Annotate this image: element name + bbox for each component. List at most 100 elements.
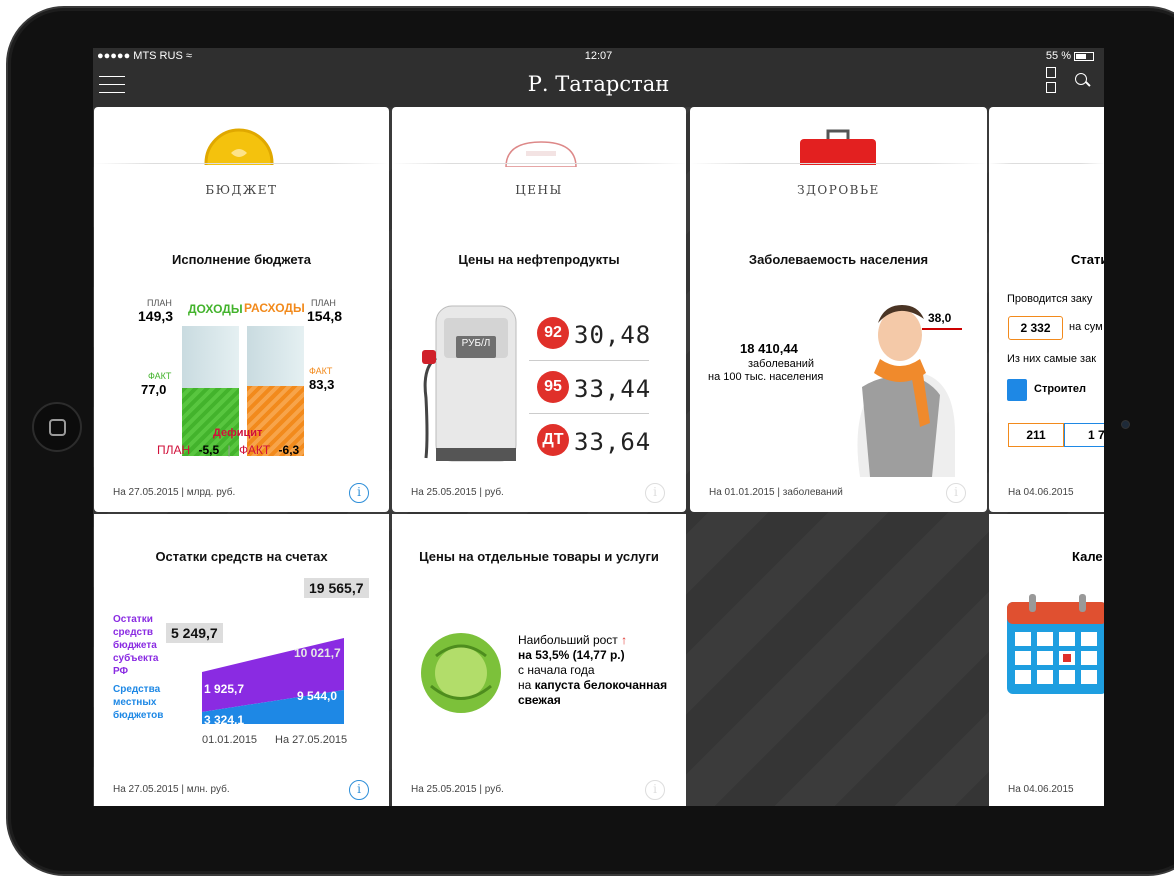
app-screen: ●●●●● MTS RUS ≈ 12:07 55 % Р. Татарстан … (93, 48, 1104, 806)
fuel-badge-92: 92 (537, 317, 569, 349)
accounts-area-chart (202, 638, 344, 724)
goods-line-2: на 53,5% (14,77 р.) (518, 648, 625, 662)
info-icon[interactable]: i (349, 780, 369, 800)
fuel-pump-icon (422, 305, 517, 462)
expense-fact-label: ФАКТ (309, 366, 333, 376)
fuel-price-92: 30,48 (574, 321, 652, 349)
card-prices[interactable]: ЦЕНЫ Цены на нефтепродукты РУБ/Л 92 30,4… (392, 107, 686, 512)
income-fact-value: 77,0 (141, 382, 167, 397)
first-aid-kit-icon (800, 129, 876, 165)
nav-bar: Р. Татарстан (93, 64, 1104, 107)
legend-local: Средства местных бюджетов (113, 684, 164, 721)
deficit-fact-value: -6,3 (278, 443, 300, 457)
income-plan-label: ПЛАН (147, 298, 172, 308)
deficit-fact-label: ФАКТ (239, 443, 271, 457)
procurement-category: Строител (1034, 383, 1087, 395)
pump-label: РУБ/Л (461, 338, 491, 349)
camera-icon (1121, 420, 1130, 429)
date-end: На 27.05.2015 (275, 734, 348, 746)
goods-line-5: свежая (518, 693, 561, 707)
procurement-sum-label: на сум (1069, 321, 1103, 333)
card-title: Исполнение бюджета (172, 252, 311, 267)
card-title: Стати (1071, 252, 1104, 267)
construction-icon (1007, 379, 1027, 401)
card-goods[interactable]: Цены на отдельные товары и услуги Наибол… (392, 514, 686, 806)
morbidity-unit-population: на 100 тыс. населения (708, 371, 824, 383)
fuel-price-95: 33,44 (574, 375, 652, 403)
card-health[interactable]: ЗДОРОВЬЕ Заболеваемость населения 18 410… (690, 107, 987, 512)
deficit-plan-value: -5,5 (198, 443, 220, 457)
card-budget[interactable]: БЮДЖЕТ Исполнение бюджета ПЛАН 149,3 ДОХ… (94, 107, 389, 512)
calendar-icon (1007, 594, 1104, 694)
goods-description: Наибольший рост ↑ на 53,5% (14,77 р.) с … (518, 633, 680, 708)
coin-icon (204, 128, 274, 165)
expense-plan-value: 154,8 (307, 308, 343, 324)
info-icon[interactable]: i (349, 483, 369, 503)
clock: 12:07 (584, 50, 613, 62)
card-footer: На 27.05.2015 | млн. руб. (113, 784, 230, 795)
card-calendar[interactable]: Кале На 04.06.2015 (989, 514, 1104, 806)
procurement-line: Проводится заку (1007, 293, 1093, 305)
category-label: ЗДОРОВЬЕ (797, 183, 880, 197)
card-footer: На 27.05.2015 | млрд. руб. (113, 487, 236, 498)
procurement-count-2: 1 7 (1064, 423, 1104, 447)
card-footer: На 01.01.2015 | заболеваний (709, 487, 843, 498)
battery-icon (1074, 51, 1094, 61)
expense-fact-value: 83,3 (309, 377, 335, 392)
fuel-badge-95: 95 (537, 371, 569, 403)
info-icon[interactable]: i (645, 483, 665, 503)
expense-label: РАСХОДЫ (244, 301, 305, 315)
status-bar: ●●●●● MTS RUS ≈ 12:07 55 % (93, 48, 1104, 64)
procurement-count: 2 332 (1008, 316, 1063, 340)
card-footer: На 04.06.2015 (1008, 487, 1074, 498)
card-accounts[interactable]: Остатки средств на счетах Остатки средст… (94, 514, 389, 806)
arrow-up-icon: ↑ (621, 633, 628, 647)
card-footer: На 25.05.2015 | руб. (411, 784, 504, 795)
info-icon[interactable]: i (645, 780, 665, 800)
local-end-value: 9 544,0 (297, 689, 338, 703)
sick-person-illustration (857, 305, 962, 477)
total-end-tag: 19 565,7 (304, 578, 369, 598)
page-title: Р. Татарстан (527, 72, 670, 96)
deficit-plan-label: ПЛАН (157, 443, 191, 457)
date-start: 01.01.2015 (202, 734, 258, 746)
goods-line-1: Наибольший рост (518, 633, 618, 647)
home-button[interactable] (32, 402, 82, 452)
goods-line-3: с начала года (518, 663, 595, 677)
category-label: ЦЕНЫ (515, 183, 563, 197)
subject-end-value: 10 021,7 (294, 646, 341, 660)
card-footer: На 25.05.2015 | руб. (411, 487, 504, 498)
info-icon[interactable]: i (946, 483, 966, 503)
income-label: ДОХОДЫ (188, 302, 243, 316)
income-plan-value: 149,3 (138, 308, 174, 324)
card-title: Цены на нефтепродукты (458, 252, 620, 267)
income-fact-label: ФАКТ (148, 371, 172, 381)
deficit-row: ПЛАН -5,5 | ФАКТ -6,3 (157, 443, 300, 457)
card-title: Заболеваемость населения (748, 252, 929, 267)
card-title: Кале (1072, 549, 1103, 564)
cabbage-icon (421, 633, 501, 713)
temperature-value: 38,0 (928, 311, 952, 325)
goods-line-4-prefix: на (518, 678, 532, 692)
fuel-badge-dt: ДТ (537, 424, 569, 456)
deficit-label: Дефицит (213, 427, 263, 439)
card-footer: На 04.06.2015 (1008, 784, 1074, 795)
local-start-value: 3 324,1 (204, 713, 245, 727)
morbidity-value: 18 410,44 (740, 341, 798, 356)
procurement-count-1: 211 (1008, 423, 1064, 447)
tablet-device: ●●●●● MTS RUS ≈ 12:07 55 % Р. Татарстан … (0, 0, 1174, 876)
card-title: Остатки средств на счетах (155, 549, 328, 564)
card-procurement[interactable]: Стати Проводится заку 2 332 на сум Из ни… (989, 107, 1104, 512)
goods-line-4: капуста белокочанная (534, 678, 668, 692)
battery-percent: 55 % (1045, 50, 1071, 62)
procurement-top-line: Из них самые зак (1007, 353, 1097, 365)
fuel-price-dt: 33,64 (574, 428, 652, 456)
morbidity-unit: заболеваний (748, 358, 815, 370)
category-label: БЮДЖЕТ (205, 183, 278, 197)
layout-toggle-icon[interactable] (1046, 67, 1056, 95)
home-square-icon (49, 419, 66, 436)
search-icon[interactable] (1073, 72, 1091, 90)
legend-subject: Остатки средств бюджета субъекта РФ (113, 614, 159, 677)
total-start-tag: 5 249,7 (166, 623, 223, 643)
expense-plan-label: ПЛАН (311, 298, 336, 308)
